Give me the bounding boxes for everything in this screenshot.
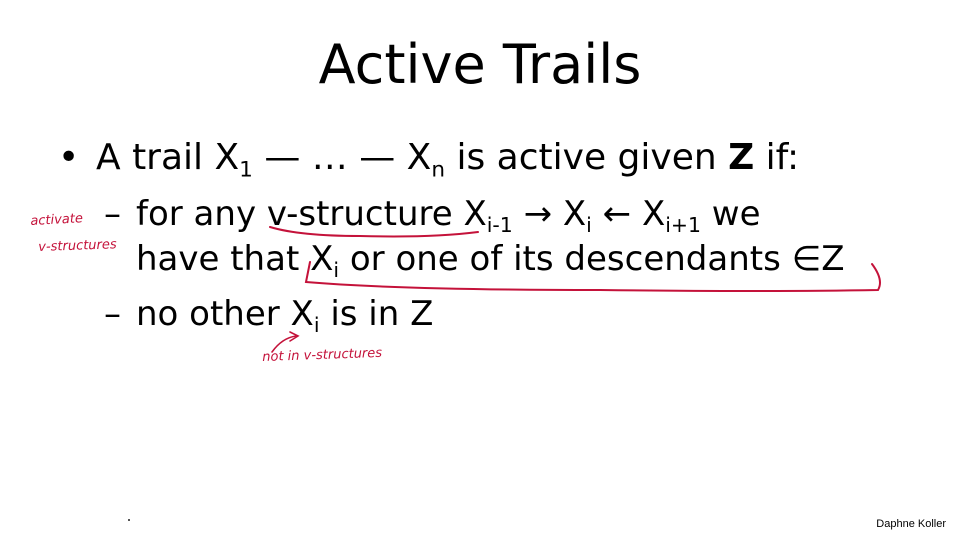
bullet-marker: • bbox=[58, 137, 80, 178]
line2-arrow2: ← X bbox=[591, 194, 666, 234]
line2-arrow1: → X bbox=[512, 194, 587, 234]
sub-bullet-2: – no other Xi is in Z bbox=[104, 292, 433, 336]
slide: Active Trails • A trail X1 — … — Xn is ac… bbox=[0, 0, 960, 536]
dash-marker: – bbox=[104, 194, 121, 234]
line3-x: X bbox=[310, 239, 334, 279]
line3-pre: have that bbox=[136, 239, 311, 279]
line1-sub1: 1 bbox=[239, 157, 253, 183]
line1-end: if: bbox=[754, 137, 800, 178]
line4-pre: no other X bbox=[136, 294, 314, 334]
sub-bullet-1-continuation: have that Xi or one of its descendants ∈… bbox=[136, 237, 845, 281]
line1-mid: — … — X bbox=[252, 137, 432, 178]
line2-s3: i+1 bbox=[665, 213, 701, 238]
stray-dot bbox=[128, 519, 130, 521]
line2-x1: X bbox=[452, 194, 487, 234]
line1-subn: n bbox=[431, 157, 446, 183]
line3-post: or one of its descendants ∈Z bbox=[339, 239, 845, 279]
line2-pre: for any bbox=[136, 194, 267, 234]
bullet-line-1: • A trail X1 — … — Xn is active given Z i… bbox=[58, 136, 800, 183]
line4-post: is in Z bbox=[319, 294, 434, 334]
line2-end: we bbox=[700, 194, 761, 234]
annotation-activate: activate bbox=[30, 211, 84, 229]
sub-bullet-1: – for any v-structure Xi-1 → Xi ← Xi+1 we bbox=[104, 192, 761, 236]
line1-z: Z bbox=[728, 137, 755, 178]
dash-marker: – bbox=[104, 294, 121, 334]
annotation-not-in-vstructures: not in v-structures bbox=[262, 345, 383, 365]
line1-pre: A trail X bbox=[96, 137, 240, 178]
annotation-vstructures: v-structures bbox=[38, 237, 117, 255]
line2-s1: i-1 bbox=[486, 213, 513, 238]
slide-title: Active Trails bbox=[318, 33, 642, 96]
line1-post: is active given bbox=[445, 137, 729, 178]
author-credit: Daphne Koller bbox=[876, 518, 946, 530]
line2-vstructure: v-structure bbox=[266, 194, 453, 234]
